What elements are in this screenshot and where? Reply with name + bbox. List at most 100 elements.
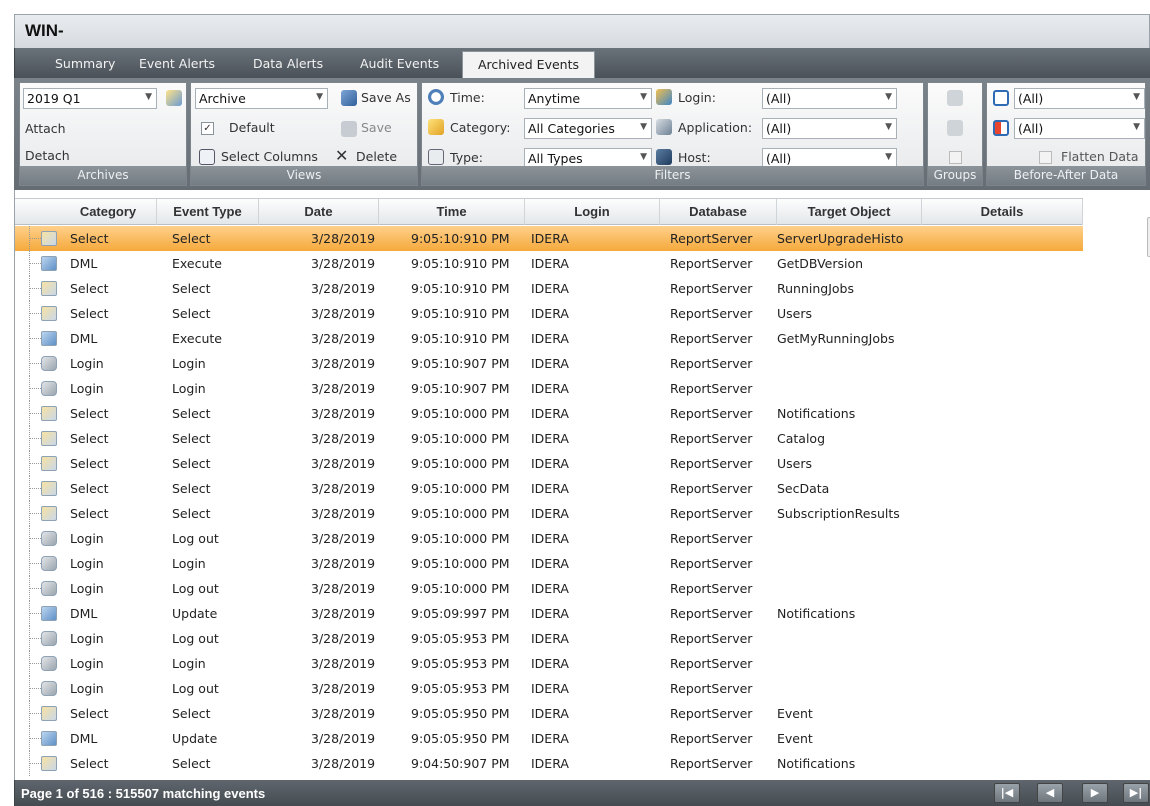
cell-category: Login — [70, 581, 104, 596]
column-header-event-type[interactable]: Event Type — [157, 199, 259, 225]
column-header-login[interactable]: Login — [525, 199, 660, 225]
table-row[interactable]: Select Select 3/28/2019 9:05:10:910 PM IDERA… — [15, 276, 1083, 301]
save-button[interactable]: Save — [361, 120, 392, 135]
after-select[interactable]: (All) ▼ — [1014, 118, 1145, 139]
table-row[interactable]: Select Select 3/28/2019 9:05:10:910 PM IDERA… — [15, 226, 1083, 251]
cell-event-type: Select — [172, 306, 211, 321]
table-row[interactable]: Login Login 3/28/2019 9:05:10:000 PM IDERA Re… — [15, 551, 1083, 576]
table-row[interactable]: Select Select 3/28/2019 9:04:50:907 PM IDERA… — [15, 751, 1083, 776]
login-event-icon — [41, 631, 57, 646]
archive-properties-icon[interactable] — [166, 90, 182, 106]
table-row[interactable]: Login Log out 3/28/2019 9:05:10:000 PM IDERA… — [15, 526, 1083, 551]
flatten-data-checkbox[interactable] — [1039, 151, 1052, 164]
table-row[interactable]: Login Log out 3/28/2019 9:05:10:000 PM IDERA… — [15, 576, 1083, 601]
cell-date: 3/28/2019 — [311, 406, 376, 421]
group-checkbox[interactable] — [949, 151, 962, 164]
dml-event-icon — [41, 331, 57, 346]
table-row[interactable]: Select Select 3/28/2019 9:05:10:910 PM IDERA… — [15, 301, 1083, 326]
cell-event-type: Select — [172, 281, 211, 296]
default-checkbox[interactable]: ✓ — [201, 122, 214, 135]
table-row[interactable]: Login Log out 3/28/2019 9:05:05:953 PM IDERA… — [15, 676, 1083, 701]
cell-target-object: SubscriptionResults — [777, 506, 900, 521]
attach-button[interactable]: Attach — [25, 121, 66, 136]
last-page-button[interactable]: ▶| — [1123, 783, 1149, 803]
next-page-button[interactable]: ▶ — [1082, 783, 1108, 803]
category-select[interactable]: All Categories ▼ — [524, 118, 652, 139]
table-row[interactable]: Select Select 3/28/2019 9:05:10:000 PM IDERA… — [15, 476, 1083, 501]
table-row[interactable]: Login Log out 3/28/2019 9:05:05:953 PM IDERA… — [15, 626, 1083, 651]
cell-event-type: Select — [172, 506, 211, 521]
cell-time: 9:05:05:950 PM — [411, 706, 510, 721]
previous-page-button[interactable]: ◀ — [1037, 783, 1063, 803]
table-row[interactable]: DML Update 3/28/2019 9:05:09:997 PM IDERA Rep… — [15, 601, 1083, 626]
cell-date: 3/28/2019 — [311, 756, 376, 771]
column-header-date[interactable]: Date — [259, 199, 379, 225]
cell-date: 3/28/2019 — [311, 306, 376, 321]
view-select[interactable]: Archive ▼ — [195, 88, 328, 109]
group-add-icon[interactable] — [947, 90, 963, 106]
cell-time: 9:05:10:000 PM — [411, 481, 510, 496]
table-row[interactable]: Select Select 3/28/2019 9:05:10:000 PM IDERA… — [15, 401, 1083, 426]
tree-connector — [29, 388, 41, 389]
cell-category: Login — [70, 631, 104, 646]
application-select-value: (All) — [766, 121, 792, 136]
cell-database: ReportServer — [670, 456, 753, 471]
login-event-icon — [41, 681, 57, 696]
cell-login: IDERA — [531, 531, 569, 546]
tree-connector — [29, 288, 41, 289]
table-row[interactable]: Login Login 3/28/2019 9:05:10:907 PM IDERA Re… — [15, 351, 1083, 376]
tab-event-alerts[interactable]: Event Alerts — [139, 56, 215, 71]
cell-login: IDERA — [531, 656, 569, 671]
cell-date: 3/28/2019 — [311, 581, 376, 596]
cell-date: 3/28/2019 — [311, 456, 376, 471]
table-row[interactable]: Select Select 3/28/2019 9:05:05:950 PM IDERA… — [15, 701, 1083, 726]
tab-data-alerts[interactable]: Data Alerts — [253, 56, 323, 71]
cell-target-object: GetMyRunningJobs — [777, 331, 895, 346]
delete-button[interactable]: Delete — [356, 149, 397, 164]
column-header-target-object[interactable]: Target Object — [777, 199, 922, 225]
cell-login: IDERA — [531, 356, 569, 371]
tab-archived-events[interactable]: Archived Events — [462, 51, 596, 78]
before-select[interactable]: (All) ▼ — [1014, 88, 1145, 109]
table-row[interactable]: DML Execute 3/28/2019 9:05:10:910 PM IDERA Re… — [15, 326, 1083, 351]
table-row[interactable]: DML Execute 3/28/2019 9:05:10:910 PM IDERA Re… — [15, 251, 1083, 276]
tab-summary[interactable]: Summary — [55, 56, 115, 71]
archive-select[interactable]: 2019 Q1 ▼ — [23, 88, 157, 109]
tree-connector — [29, 588, 41, 589]
application-select[interactable]: (All) ▼ — [762, 118, 897, 139]
column-header-details[interactable]: Details — [922, 199, 1083, 225]
cell-category: Select — [70, 456, 109, 471]
select-columns-button[interactable]: Select Columns — [221, 149, 318, 164]
table-row[interactable]: Select Select 3/28/2019 9:05:10:000 PM IDERA… — [15, 501, 1083, 526]
cell-target-object: ServerUpgradeHisto — [777, 231, 904, 246]
cell-time: 9:05:10:910 PM — [411, 231, 510, 246]
table-row[interactable]: DML Update 3/28/2019 9:05:05:950 PM IDERA Rep… — [15, 726, 1083, 751]
cell-category: Select — [70, 281, 109, 296]
cell-date: 3/28/2019 — [311, 256, 376, 271]
first-page-button[interactable]: |◀ — [994, 783, 1020, 803]
tab-audit-events[interactable]: Audit Events — [360, 56, 439, 71]
table-row[interactable]: Select Select 3/28/2019 9:05:10:000 PM IDERA… — [15, 451, 1083, 476]
login-select[interactable]: (All) ▼ — [762, 88, 897, 109]
table-row[interactable]: Login Login 3/28/2019 9:05:10:907 PM IDERA Re… — [15, 376, 1083, 401]
time-select[interactable]: Anytime ▼ — [524, 88, 652, 109]
cell-date: 3/28/2019 — [311, 231, 376, 246]
detach-button[interactable]: Detach — [25, 148, 70, 163]
tree-connector — [29, 513, 41, 514]
cell-login: IDERA — [531, 756, 569, 771]
group-remove-icon[interactable] — [947, 120, 963, 136]
save-as-button[interactable]: Save As — [361, 90, 411, 105]
select-event-icon — [41, 756, 57, 771]
chevron-down-icon: ▼ — [640, 92, 647, 102]
table-row[interactable]: Select Select 3/28/2019 9:05:10:000 PM IDERA… — [15, 426, 1083, 451]
cell-category: Select — [70, 406, 109, 421]
column-header-category[interactable]: Category — [60, 199, 157, 225]
chevron-down-icon: ▼ — [640, 152, 647, 162]
table-row[interactable]: Login Login 3/28/2019 9:05:05:953 PM IDERA Re… — [15, 651, 1083, 676]
cell-login: IDERA — [531, 556, 569, 571]
cell-time: 9:05:10:910 PM — [411, 256, 510, 271]
column-header-time[interactable]: Time — [379, 199, 525, 225]
column-header-database[interactable]: Database — [660, 199, 777, 225]
chevron-down-icon: ▼ — [316, 92, 323, 102]
cell-database: ReportServer — [670, 356, 753, 371]
